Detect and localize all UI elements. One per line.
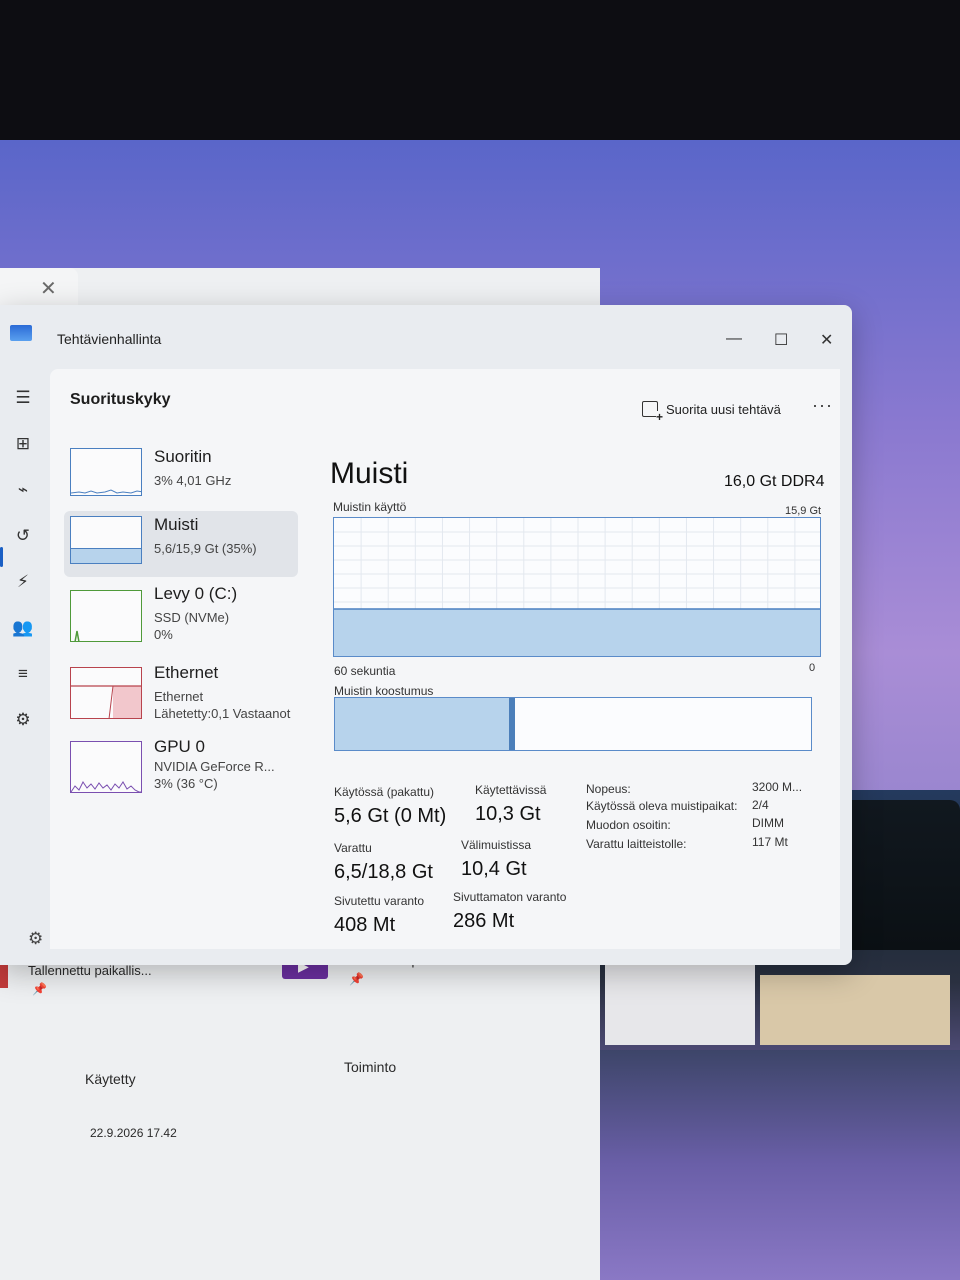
memory-thumbnail-graph <box>70 516 142 564</box>
speed-value: 3200 M... <box>752 780 803 794</box>
users-icon[interactable]: 👥 <box>10 615 36 641</box>
performance-panel: Suorituskyky Suorita uusi tehtävä ··· Su… <box>50 369 840 949</box>
device-ethernet[interactable]: Ethernet Ethernet Lähetetty:0,1 Vastaano… <box>64 659 298 725</box>
date-label: 22.9.2026 17.42 <box>90 1126 177 1140</box>
nonpaged-pool-value: 286 Mt <box>453 910 515 932</box>
device-detail-2: Lähetetty:0,1 Vastaanot <box>154 706 291 721</box>
committed-label: Varattu <box>334 841 372 855</box>
background-window-tab[interactable] <box>0 268 78 308</box>
task-manager-app-icon <box>10 325 32 341</box>
available-value: 10,3 Gt <box>475 803 541 825</box>
minimize-button[interactable]: — <box>726 330 742 348</box>
task-manager-window[interactable]: Tehtävienhallinta — ☐ ✕ ☰ ⊞ ⌁ ↺ ⚡ 👥 ≡ ⚙ … <box>0 305 852 965</box>
hardware-reserved-key: Varattu laitteistolle: <box>586 837 687 851</box>
wallpaper-building-2 <box>760 975 950 1045</box>
composition-modified <box>508 698 515 750</box>
memory-composition-label: Muistin koostumus <box>334 684 434 698</box>
app-history-icon[interactable]: ↺ <box>10 523 36 549</box>
hardware-reserved-value: 117 Mt <box>752 835 788 849</box>
device-memory[interactable]: Muisti 5,6/15,9 Gt (35%) <box>64 511 298 577</box>
window-title: Tehtävienhallinta <box>57 331 162 347</box>
slots-key: Käytössä oleva muistipaikat: <box>586 799 738 813</box>
pin-icon-2[interactable]: 📌 <box>349 972 364 986</box>
device-name: Levy 0 (C:) <box>154 584 238 603</box>
device-cpu[interactable]: Suoritin 3% 4,01 GHz <box>64 443 298 509</box>
run-new-task-label: Suorita uusi tehtävä <box>666 401 781 417</box>
close-button[interactable]: ✕ <box>820 330 833 350</box>
details-icon[interactable]: ≡ <box>10 661 36 687</box>
device-name: Ethernet <box>154 663 219 682</box>
memory-composition-bar <box>334 697 812 751</box>
maximize-button[interactable]: ☐ <box>774 330 788 350</box>
page-title: Suorituskyky <box>70 391 171 408</box>
memory-usage-max: 15,9 Gt <box>785 505 822 517</box>
device-disk[interactable]: Levy 0 (C:) SSD (NVMe) 0% <box>64 580 298 646</box>
background-close-icon[interactable]: ✕ <box>40 276 57 301</box>
device-detail: Ethernet <box>154 689 204 704</box>
cpu-thumbnail-graph <box>70 448 142 496</box>
time-span-label: 60 sekuntia <box>334 664 396 678</box>
available-label: Käytettävissä <box>475 783 547 797</box>
memory-usage-graph <box>333 517 821 657</box>
speed-key: Nopeus: <box>586 782 631 796</box>
device-detail-2: 3% (36 °C) <box>154 776 218 791</box>
device-name: GPU 0 <box>154 737 206 756</box>
action-label: Toiminto <box>344 1059 397 1075</box>
device-detail: NVIDIA GeForce R... <box>154 759 275 774</box>
performance-icon[interactable]: ⌁ <box>10 477 36 503</box>
memory-usage-area <box>334 609 820 656</box>
pin-icon[interactable]: 📌 <box>32 982 47 996</box>
form-factor-key: Muodon osoitin: <box>586 818 671 832</box>
services-icon[interactable]: ⚙ <box>10 707 36 733</box>
paged-pool-label: Sivutettu varanto <box>334 894 425 908</box>
cached-label: Välimuistissa <box>461 838 532 852</box>
wallpaper-lake <box>600 1050 960 1280</box>
ethernet-thumbnail-graph <box>70 667 142 719</box>
active-nav-indicator <box>0 547 3 567</box>
device-name: Muisti <box>154 515 199 534</box>
settings-icon[interactable]: ⚙ <box>28 929 43 949</box>
memory-title: Muisti <box>330 457 409 490</box>
nav-sidebar: ☰ ⊞ ⌁ ↺ ⚡ 👥 ≡ ⚙ ⚙ <box>0 369 50 965</box>
device-gpu[interactable]: GPU 0 NVIDIA GeForce R... 3% (36 °C) <box>64 733 298 799</box>
form-factor-value: DIMM <box>752 816 784 830</box>
in-use-label: Käytössä (pakattu) <box>334 785 435 799</box>
processes-icon[interactable]: ⊞ <box>10 431 36 457</box>
slots-value: 2/4 <box>752 798 769 812</box>
device-name: Suoritin <box>154 447 212 466</box>
saved-locally-label: Tallennettu paikallis... <box>28 963 152 978</box>
cached-value: 10,4 Gt <box>461 858 527 880</box>
committed-value: 6,5/18,8 Gt <box>334 861 433 883</box>
more-options-icon[interactable]: ··· <box>812 395 833 416</box>
memory-usage-label: Muistin käyttö <box>333 500 407 514</box>
menu-icon[interactable]: ☰ <box>10 385 36 411</box>
used-label: Käytetty <box>85 1071 136 1087</box>
memory-usage-chart <box>334 518 820 656</box>
device-detail-2: 0% <box>154 627 173 642</box>
device-detail: SSD (NVMe) <box>154 610 230 625</box>
device-detail: 5,6/15,9 Gt (35%) <box>154 541 257 556</box>
composition-in-use <box>335 698 512 750</box>
paged-pool-value: 408 Mt <box>334 914 396 936</box>
device-detail: 3% 4,01 GHz <box>154 473 232 488</box>
time-end-label: 0 <box>809 662 816 674</box>
disk-thumbnail-graph <box>70 590 142 642</box>
gpu-thumbnail-graph <box>70 741 142 793</box>
run-new-task-button[interactable]: Suorita uusi tehtävä <box>642 401 781 423</box>
memory-spec: 16,0 Gt DDR4 <box>724 473 825 490</box>
in-use-value: 5,6 Gt (0 Mt) <box>334 805 447 827</box>
new-task-icon <box>642 401 664 423</box>
nonpaged-pool-label: Sivuttamaton varanto <box>453 890 567 904</box>
title-bar[interactable]: Tehtävienhallinta — ☐ ✕ <box>0 305 852 369</box>
startup-icon[interactable]: ⚡ <box>10 569 36 595</box>
